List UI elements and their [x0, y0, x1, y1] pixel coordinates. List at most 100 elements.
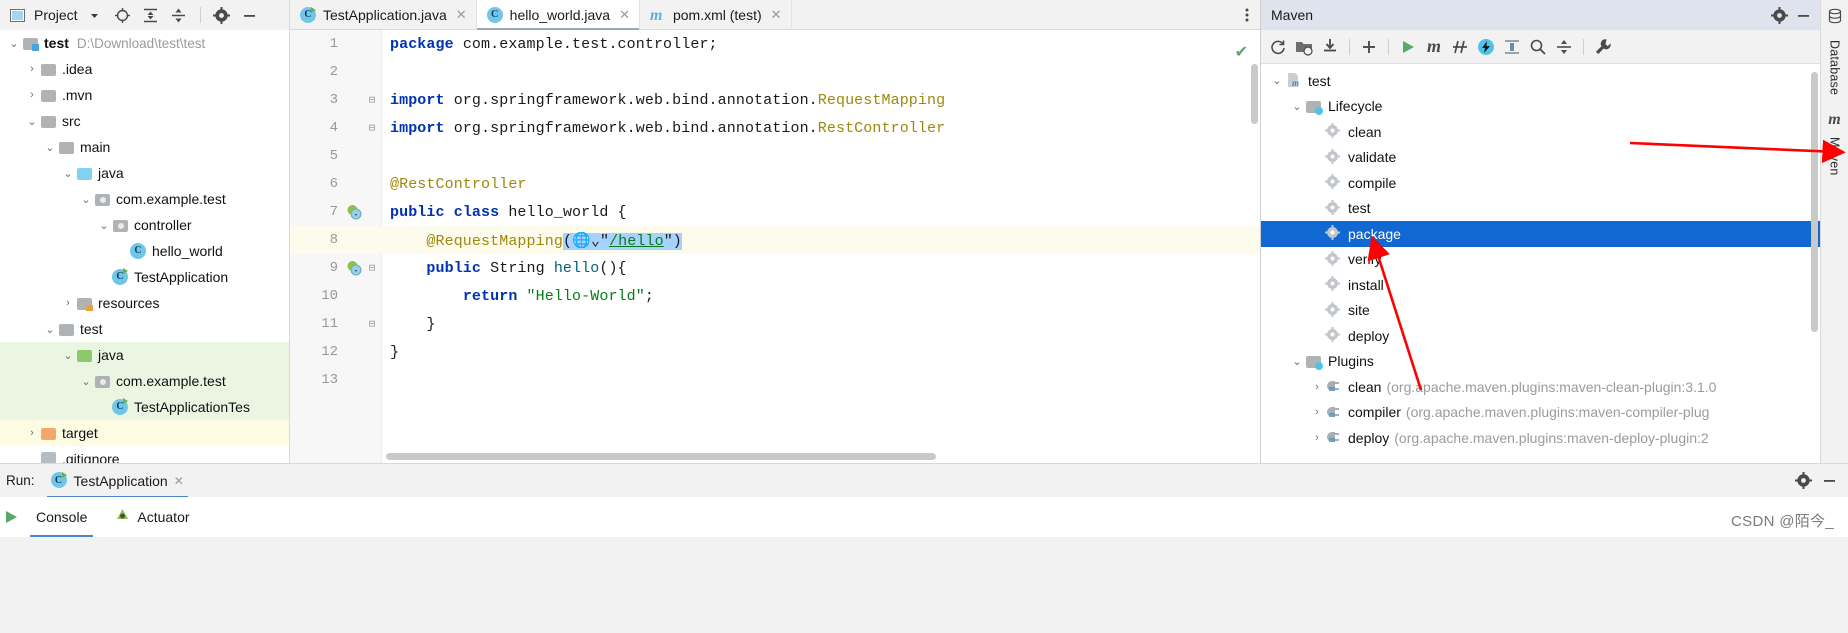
code-line[interactable]: 3 ⊟ import org.springframework.web.bind.an…	[290, 86, 1260, 114]
code-fold-icon[interactable]: ⊟	[366, 261, 378, 275]
right-stripe-label-maven[interactable]: Maven	[1828, 131, 1842, 182]
toggle-offline-icon[interactable]	[1475, 36, 1497, 58]
chevron-down-icon[interactable]: ⌄	[42, 141, 58, 154]
maven-tree-row[interactable]: clean	[1261, 119, 1820, 145]
gear-icon[interactable]	[211, 4, 233, 26]
tab-console[interactable]: Console	[22, 497, 101, 537]
wrench-icon[interactable]	[1592, 36, 1614, 58]
download-sources-icon[interactable]	[1319, 36, 1341, 58]
code-editor[interactable]: 1 package com.example.test.controller; 2 3 ⊟…	[290, 30, 1260, 463]
maven-tree-row[interactable]: site	[1261, 298, 1820, 324]
maven-tree-row[interactable]: › m compiler (org.apache.maven.plugins:mave…	[1261, 400, 1820, 426]
chevron-down-icon[interactable]: ⌄	[1289, 100, 1305, 113]
minimize-icon[interactable]	[239, 4, 261, 26]
maven-tree-row[interactable]: deploy	[1261, 323, 1820, 349]
project-tree-panel[interactable]: ⌄ test D:\Download\test\test › .idea › .mvn ⌄ sr…	[0, 30, 290, 463]
run-config-tab[interactable]: C TestApplication ✕	[43, 464, 192, 498]
tree-row[interactable]: ⌄ com.example.test	[0, 186, 289, 212]
maven-tree-row[interactable]: › m deploy (org.apache.maven.plugins:maven-…	[1261, 425, 1820, 451]
maven-m-icon[interactable]: m	[1423, 36, 1445, 58]
plus-icon[interactable]	[1358, 36, 1380, 58]
code-line[interactable]: 4 ⊟ import org.springframework.web.bind.an…	[290, 114, 1260, 142]
code-line[interactable]: 12}	[290, 338, 1260, 366]
code-fold-icon[interactable]: ⊟	[366, 121, 378, 135]
editor-tab-1[interactable]: C hello_world.java ✕	[476, 0, 640, 31]
collapse-all-icon[interactable]	[168, 4, 190, 26]
maven-vertical-scrollbar[interactable]	[1811, 72, 1818, 332]
chevron-down-icon[interactable]: ⌄	[60, 167, 76, 180]
right-stripe-label-database[interactable]: Database	[1828, 34, 1842, 101]
close-icon[interactable]: ✕	[619, 7, 630, 23]
tree-row[interactable]: ⌄ main	[0, 134, 289, 160]
maven-tree-row[interactable]: test	[1261, 196, 1820, 222]
tree-row[interactable]: ⌄ test D:\Download\test\test	[0, 30, 289, 56]
maven-tree-row[interactable]: ⌄ m test	[1261, 68, 1820, 94]
chevron-down-icon[interactable]	[84, 4, 106, 26]
chevron-down-icon[interactable]: ⌄	[60, 349, 76, 362]
tree-row[interactable]: C TestApplication	[0, 264, 289, 290]
code-lines[interactable]: 1 package com.example.test.controller; 2 3 ⊟…	[290, 30, 1260, 463]
maven-tree-row[interactable]: verify	[1261, 247, 1820, 273]
run-icon[interactable]	[1397, 36, 1419, 58]
code-line[interactable]: 7 public class hello_world {	[290, 198, 1260, 226]
editor-vertical-scrollbar[interactable]	[1251, 64, 1258, 124]
maven-tree-row[interactable]: validate	[1261, 145, 1820, 171]
tree-row[interactable]: ⌄ test	[0, 316, 289, 342]
tree-row[interactable]: › resources	[0, 290, 289, 316]
chevron-right-icon[interactable]: ›	[60, 297, 76, 309]
tree-row[interactable]: › .idea	[0, 56, 289, 82]
maven-tree[interactable]: ⌄ m test ⌄ Lifecycle clean validate compile test…	[1261, 64, 1820, 451]
tree-row[interactable]: ⌄ java	[0, 342, 289, 368]
spring-bean-icon[interactable]	[346, 204, 362, 220]
minimize-icon[interactable]	[1818, 470, 1840, 492]
expand-all-icon[interactable]	[140, 4, 162, 26]
gear-icon[interactable]	[1768, 4, 1790, 26]
toggle-skip-tests-icon[interactable]	[1449, 36, 1471, 58]
chevron-right-icon[interactable]: ›	[1309, 406, 1325, 418]
editor-tab-0[interactable]: C TestApplication.java ✕	[290, 0, 477, 30]
chevron-down-icon[interactable]: ⌄	[6, 37, 22, 50]
chevron-right-icon[interactable]: ›	[24, 89, 40, 101]
code-line[interactable]: 1 package com.example.test.controller;	[290, 30, 1260, 58]
tab-actuator[interactable]: Actuator	[101, 497, 203, 537]
close-icon[interactable]: ✕	[174, 474, 184, 488]
spring-mapping-icon[interactable]	[346, 260, 362, 276]
tree-row[interactable]: ⌄ java	[0, 160, 289, 186]
search-icon[interactable]	[1527, 36, 1549, 58]
tree-row[interactable]: › .mvn	[0, 82, 289, 108]
code-line[interactable]: 9 ⊟ public String hello(){	[290, 254, 1260, 282]
code-line[interactable]: 5	[290, 142, 1260, 170]
code-fold-icon[interactable]: ⊟	[366, 93, 378, 107]
minimize-icon[interactable]	[1792, 4, 1814, 26]
rerun-icon[interactable]	[0, 497, 22, 537]
more-options-icon[interactable]	[1234, 0, 1260, 29]
close-icon[interactable]: ✕	[456, 7, 467, 23]
editor-tab-2[interactable]: m pom.xml (test) ✕	[640, 0, 792, 30]
tree-row[interactable]: ⌄ src	[0, 108, 289, 134]
chevron-down-icon[interactable]: ⌄	[42, 323, 58, 336]
tree-row[interactable]: ⌄ controller	[0, 212, 289, 238]
tree-row[interactable]: ⌄ com.example.test	[0, 368, 289, 394]
database-icon[interactable]	[1827, 8, 1843, 27]
chevron-down-icon[interactable]: ⌄	[24, 115, 40, 128]
editor-horizontal-scrollbar[interactable]	[386, 453, 936, 460]
code-line[interactable]: 8 @RequestMapping(🌐⌄"/hello")	[290, 226, 1260, 254]
maven-tree-row[interactable]: ⌄ Lifecycle	[1261, 94, 1820, 120]
chevron-down-icon[interactable]: ⌄	[78, 375, 94, 388]
maven-tree-row[interactable]: install	[1261, 272, 1820, 298]
chevron-right-icon[interactable]: ›	[1309, 381, 1325, 393]
show-dependencies-icon[interactable]	[1501, 36, 1523, 58]
tree-row[interactable]: C TestApplicationTes	[0, 394, 289, 420]
code-line[interactable]: 6 @RestController	[290, 170, 1260, 198]
code-line[interactable]: 2	[290, 58, 1260, 86]
gear-icon[interactable]	[1792, 470, 1814, 492]
code-line[interactable]: 11 ⊟ }	[290, 310, 1260, 338]
code-line[interactable]: 10 return "Hello-World";	[290, 282, 1260, 310]
code-line[interactable]: 13	[290, 366, 1260, 394]
crosshair-target-icon[interactable]	[112, 4, 134, 26]
maven-tree-row[interactable]: ⌄ Plugins	[1261, 349, 1820, 375]
maven-panel[interactable]: m ⌄ m test ⌄ Lifecycle clean validate co…	[1260, 30, 1820, 463]
chevron-down-icon[interactable]: ⌄	[78, 193, 94, 206]
tree-row[interactable]: .gitignore	[0, 446, 289, 463]
chevron-right-icon[interactable]: ›	[24, 63, 40, 75]
